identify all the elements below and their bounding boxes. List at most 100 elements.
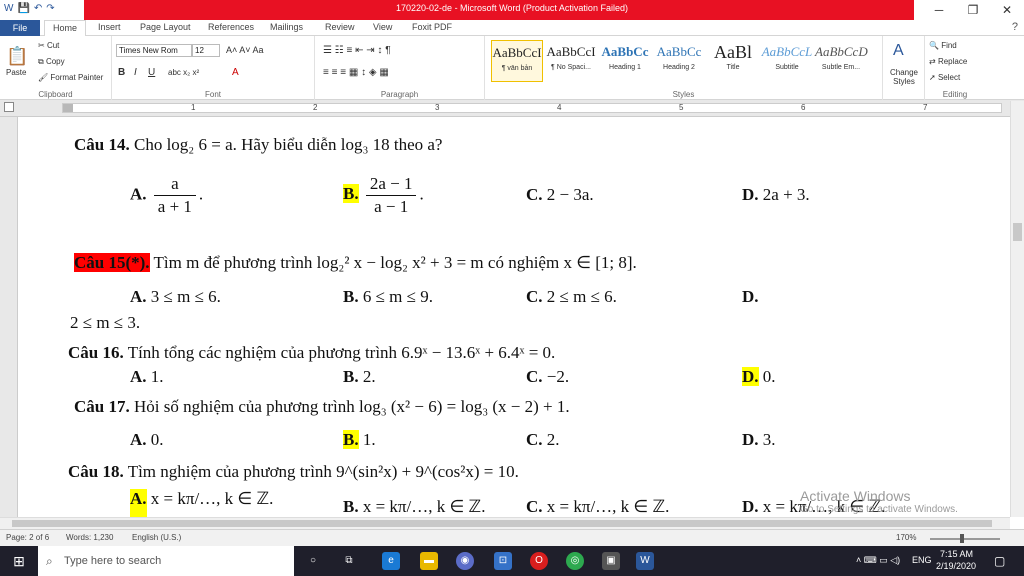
italic-icon[interactable]: I — [134, 67, 137, 78]
select-button[interactable]: ➚ Select — [929, 73, 960, 82]
q18-option-a: A. x = kπ/…, k ∈ ℤ. — [130, 489, 273, 517]
minimize-icon[interactable]: ─ — [922, 0, 956, 20]
windows-start-icon[interactable]: ⊞ — [0, 546, 38, 576]
align-icons[interactable]: ≡ ≡ ≡ ▦ ↕ ◈ ▦ — [323, 67, 389, 78]
word-taskbar-icon[interactable]: W — [636, 552, 654, 570]
q15-option-c: C. 2 ≤ m ≤ 6. — [526, 287, 617, 306]
input-language[interactable]: ENG — [912, 555, 932, 565]
ruler-number: 7 — [923, 103, 928, 112]
tab-references[interactable]: References — [208, 22, 254, 32]
app-icon[interactable]: ◉ — [456, 552, 474, 570]
ruler-number: 1 — [191, 103, 196, 112]
horizontal-ruler[interactable]: 1 2 3 4 5 6 7 — [0, 100, 1024, 117]
zoom-level[interactable]: 170% — [896, 533, 916, 542]
clock-time[interactable]: 7:15 AM — [940, 549, 973, 559]
close-icon[interactable]: ✕ — [990, 0, 1024, 20]
horizontal-scrollbar[interactable] — [0, 517, 1010, 529]
q16-option-d: D. 0. — [742, 367, 776, 386]
vertical-scrollbar[interactable] — [1010, 101, 1024, 517]
question-18: Câu 18. Tìm nghiệm của phương trình 9^(s… — [68, 462, 519, 481]
style-heading-2[interactable]: AaBbCc Heading 2 — [653, 40, 705, 82]
clock-date[interactable]: 2/19/2020 — [936, 561, 976, 571]
q18-option-c: C. x = kπ/…, k ∈ ℤ. — [526, 497, 670, 516]
font-label: Font — [204, 90, 221, 99]
replace-button[interactable]: ⇄ Replace — [929, 57, 967, 66]
ruler-track[interactable]: 1 2 3 4 5 6 7 — [62, 103, 1002, 113]
scroll-thumb[interactable] — [12, 520, 992, 527]
q15-option-d-value: 2 ≤ m ≤ 3. — [70, 313, 141, 332]
store-icon[interactable]: ⊡ — [494, 552, 512, 570]
brush-icon: 🖌 — [38, 73, 51, 82]
strikethrough-icon[interactable]: abc x₂ x² — [168, 68, 199, 77]
q16-option-a: A. 1. — [130, 367, 164, 386]
style-no-spacing[interactable]: AaBbCcI ¶ No Spaci... — [545, 40, 597, 82]
q15-option-b: B. 6 ≤ m ≤ 9. — [343, 287, 433, 306]
vertical-ruler[interactable] — [0, 117, 18, 517]
style-title[interactable]: AaBl Title — [707, 40, 759, 82]
grow-font-icon[interactable]: A˄ A˅ Aa — [226, 45, 264, 55]
bullets-icon[interactable]: ☰ ☷ ≡ ⇤ ⇥ ↕ ¶ — [323, 45, 391, 56]
help-icon[interactable]: ? — [1012, 21, 1018, 33]
question-15: Câu 15(*). Tìm m để phương trình log₂² x… — [74, 253, 637, 272]
q16-option-c: C. −2. — [526, 367, 570, 386]
binoculars-icon: 🔍 — [929, 41, 942, 50]
group-paragraph: ☰ ☷ ≡ ⇤ ⇥ ↕ ¶ ≡ ≡ ≡ ▦ ↕ ◈ ▦ Paragraph — [315, 36, 485, 100]
tab-insert[interactable]: Insert — [98, 22, 121, 32]
style-subtle-emphasis[interactable]: AaBbCcD Subtle Em... — [815, 40, 868, 82]
search-icon: ⌕ — [46, 554, 53, 568]
underline-icon[interactable]: U — [148, 67, 155, 78]
find-button[interactable]: 🔍 Find — [929, 41, 957, 50]
style-subtitle[interactable]: AaBbCcL Subtitle — [761, 40, 813, 82]
app-icon-2[interactable]: ▣ — [602, 552, 620, 570]
style-heading-1[interactable]: AaBbCc Heading 1 — [599, 40, 651, 82]
font-color-icon[interactable]: A — [232, 67, 239, 78]
edge-icon[interactable]: e — [382, 552, 400, 570]
q14-option-c: C. 2 − 3a. — [526, 185, 594, 204]
q18-option-b: B. x = kπ/…, k ∈ ℤ. — [343, 497, 486, 516]
chrome-icon[interactable]: ◎ — [566, 552, 584, 570]
font-size-box[interactable]: 12 — [192, 44, 220, 57]
style-van-ban[interactable]: AaBbCcI ¶ vān bản — [491, 40, 543, 82]
scissors-icon: ✂ — [38, 41, 47, 50]
tab-review[interactable]: Review — [325, 22, 355, 32]
tab-foxit-pdf[interactable]: Foxit PDF — [412, 22, 452, 32]
paste-icon[interactable]: 📋 — [6, 46, 28, 67]
tray-icons[interactable]: ˄ ⌨ ▭ ◁) — [856, 555, 900, 566]
zoom-slider-handle[interactable] — [960, 534, 964, 543]
scroll-thumb[interactable] — [1013, 223, 1022, 241]
replace-icon: ⇄ — [929, 57, 938, 66]
tab-view[interactable]: View — [373, 22, 392, 32]
tab-home[interactable]: Home — [44, 20, 87, 37]
opera-icon[interactable]: O — [530, 552, 548, 570]
tab-selector-icon[interactable] — [4, 102, 14, 112]
format-painter-button[interactable]: 🖌 Format Painter — [38, 73, 103, 82]
change-styles-icon[interactable]: A — [893, 42, 904, 60]
cut-button[interactable]: ✂ Cut — [38, 41, 59, 50]
question-17: Câu 17. Hỏi số nghiệm của phương trình l… — [74, 397, 570, 416]
answer-highlight: B. — [343, 184, 359, 204]
q15-option-d: D. — [742, 287, 759, 306]
change-styles-button[interactable]: Change Styles — [885, 68, 923, 86]
tab-file[interactable]: File — [0, 20, 40, 36]
notification-icon[interactable]: ▢ — [994, 554, 1005, 568]
task-view-icon[interactable]: ⧉ — [340, 552, 358, 570]
tab-mailings[interactable]: Mailings — [270, 22, 303, 32]
word-count[interactable]: Words: 1,230 — [66, 533, 113, 542]
ruler-number: 4 — [557, 103, 562, 112]
document-page[interactable]: Câu 14. Cho log₂ 6 = a. Hãy biểu diễn lo… — [18, 117, 1010, 517]
restore-icon[interactable]: ❐ — [956, 0, 990, 20]
copy-icon: ⧉ — [38, 57, 46, 66]
cortana-icon[interactable]: ○ — [304, 552, 322, 570]
copy-button[interactable]: ⧉ Copy — [38, 57, 65, 67]
taskbar-search[interactable]: ⌕ Type here to search — [38, 546, 294, 576]
file-explorer-icon[interactable]: ▬ — [420, 552, 438, 570]
language-indicator[interactable]: English (U.S.) — [132, 533, 181, 542]
font-name-box[interactable]: Times New Rom — [116, 44, 192, 57]
page-indicator[interactable]: Page: 2 of 6 — [6, 533, 49, 542]
q14-option-d: D. 2a + 3. — [742, 185, 810, 204]
bold-icon[interactable]: B — [118, 67, 125, 78]
zoom-slider[interactable] — [930, 538, 1000, 540]
paste-button[interactable]: Paste — [6, 68, 26, 77]
tab-page-layout[interactable]: Page Layout — [140, 22, 191, 32]
group-clipboard: 📋 Paste ✂ Cut ⧉ Copy 🖌 Format Painter Cl… — [0, 36, 112, 100]
